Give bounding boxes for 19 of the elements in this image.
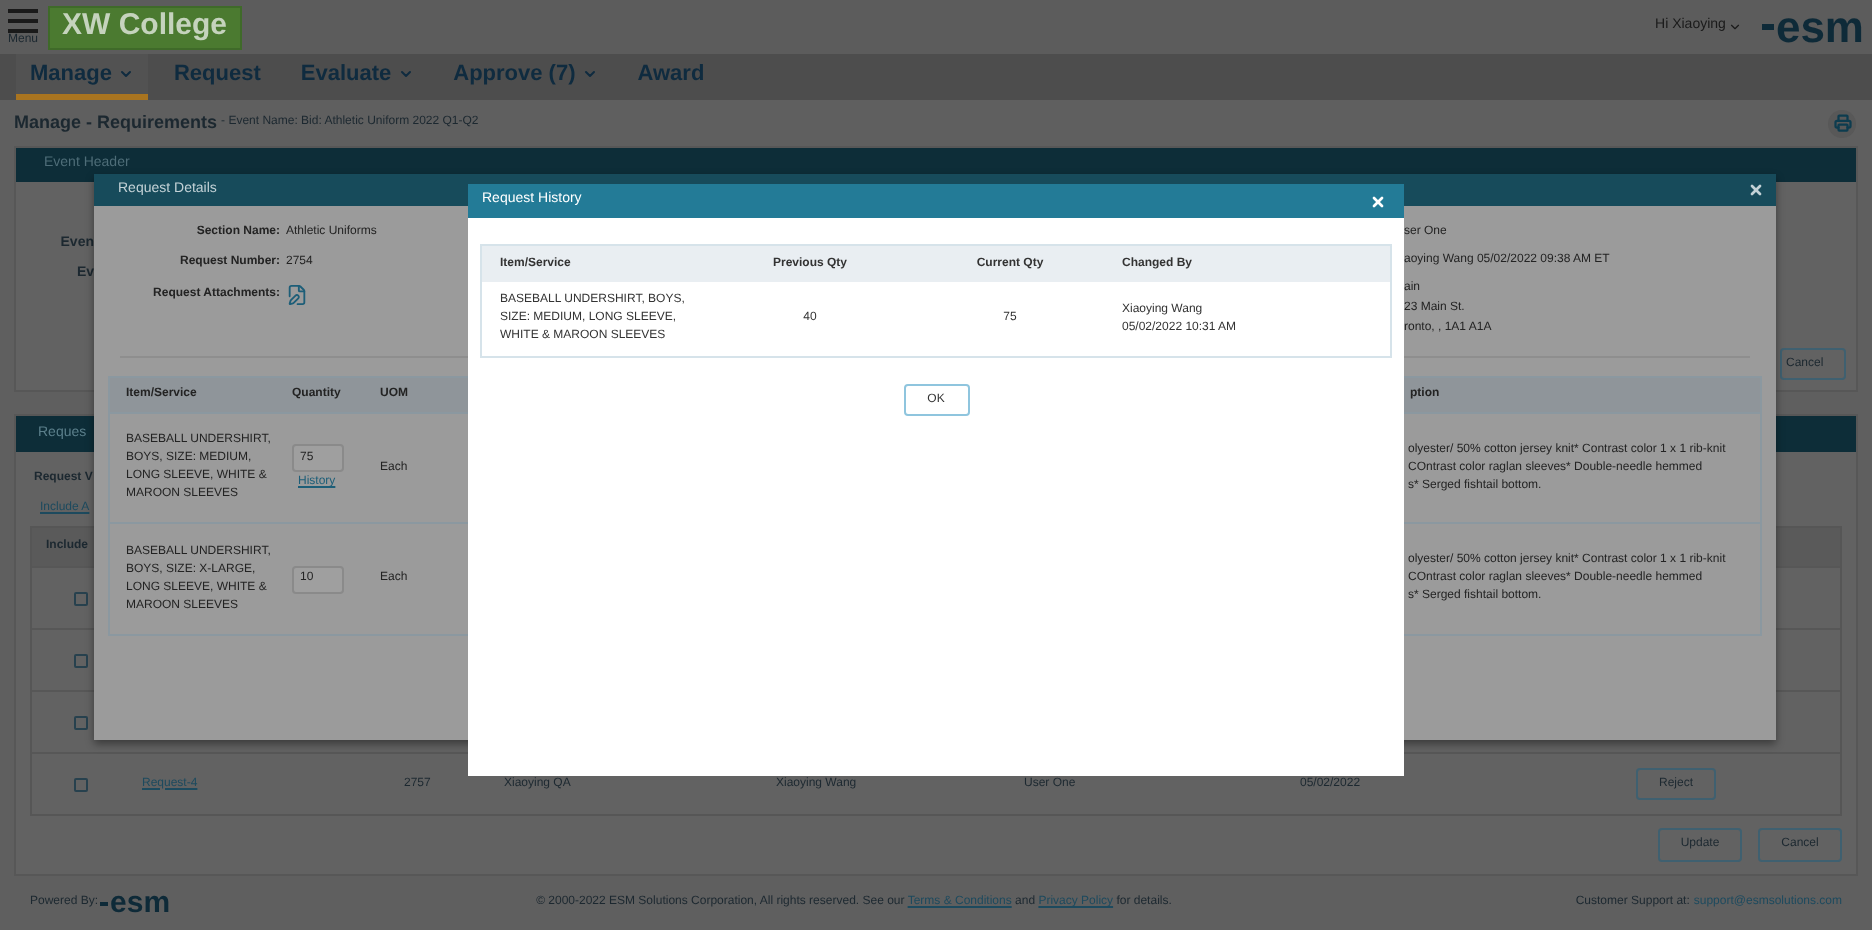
attachment-icon[interactable] — [286, 284, 308, 306]
brand-logo: esm — [1761, 5, 1864, 49]
close-icon[interactable] — [1748, 182, 1764, 198]
nav-tab[interactable]: Approve (7) — [439, 54, 612, 100]
nav-tab[interactable]: Evaluate — [286, 54, 428, 100]
chevron-down-icon — [1727, 20, 1742, 34]
row-checkbox[interactable] — [73, 591, 87, 605]
college-logo: XW College — [48, 5, 242, 49]
menu-icon[interactable] — [8, 8, 38, 34]
nav-tab[interactable]: Award — [623, 54, 719, 100]
print-icon — [1833, 114, 1851, 132]
print-button[interactable] — [1828, 109, 1856, 137]
row-checkbox[interactable] — [73, 653, 87, 667]
row-checkbox[interactable] — [73, 777, 87, 791]
page-title: Manage - Requirements — [14, 109, 218, 136]
nav-tab[interactable]: Manage — [16, 54, 148, 100]
row-checkbox[interactable] — [73, 715, 87, 729]
brand-logo: esm — [100, 888, 171, 918]
nav-tab[interactable]: Request — [159, 54, 275, 100]
